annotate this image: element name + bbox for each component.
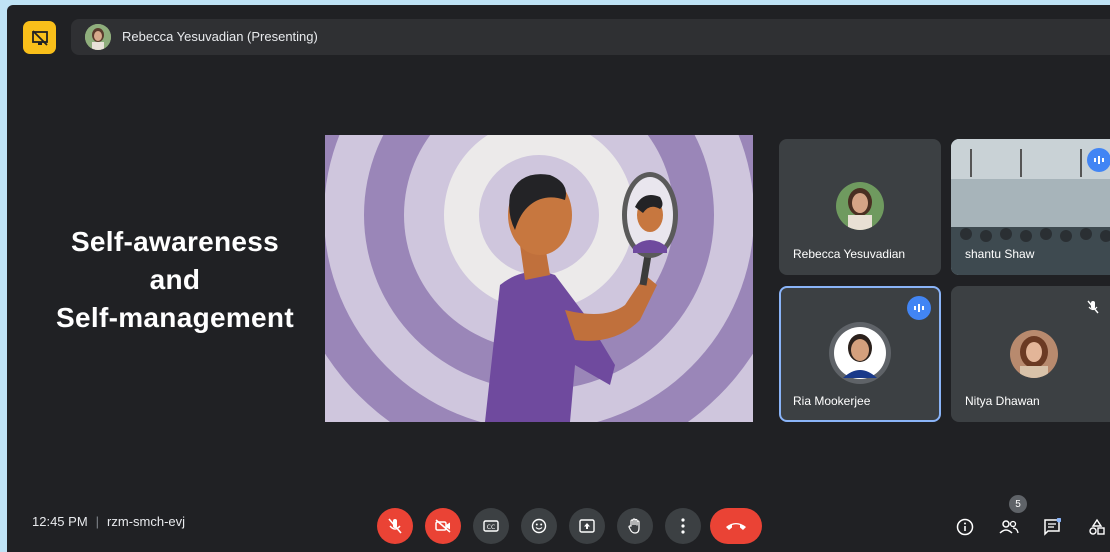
participant-count-badge: 5	[1009, 495, 1027, 513]
participant-avatar	[829, 322, 891, 384]
chat-icon[interactable]	[1037, 512, 1067, 542]
slide-illustration	[325, 135, 753, 422]
participant-name: Nitya Dhawan	[965, 394, 1040, 408]
activities-icon[interactable]	[1082, 512, 1110, 542]
meeting-code: rzm-smch-evj	[107, 514, 186, 529]
meeting-time: 12:45 PM	[32, 514, 88, 529]
meeting-window: Rebecca Yesuvadian (Presenting) Self-awa…	[7, 5, 1110, 552]
end-call-button[interactable]	[710, 508, 762, 544]
participant-avatar	[1010, 330, 1058, 378]
participant-tile[interactable]: Rebecca Yesuvadian	[779, 139, 941, 275]
present-screen-button[interactable]	[569, 508, 605, 544]
microphone-off-button[interactable]	[377, 508, 413, 544]
people-icon[interactable]	[994, 512, 1024, 542]
meeting-info-icon[interactable]	[950, 512, 980, 542]
presenter-avatar	[85, 24, 111, 50]
captions-button[interactable]: CC	[473, 508, 509, 544]
participant-name: shantu Shaw	[965, 247, 1035, 261]
mic-off-icon	[1083, 297, 1103, 317]
presenter-bar: Rebecca Yesuvadian (Presenting)	[71, 19, 1110, 55]
slide-title-line: Self-management	[56, 302, 294, 333]
slide-title: Self-awareness and Self-management	[25, 223, 325, 337]
participant-avatar	[836, 182, 884, 230]
emoji-button[interactable]	[521, 508, 557, 544]
camera-off-button[interactable]	[425, 508, 461, 544]
more-options-button[interactable]	[665, 508, 701, 544]
speaking-indicator-icon	[1087, 148, 1110, 172]
participant-name: Ria Mookerjee	[793, 394, 871, 408]
slide-title-line: and	[149, 264, 201, 295]
speaking-indicator-icon	[907, 296, 931, 320]
participant-tile[interactable]: shantu Shaw	[951, 139, 1110, 275]
svg-text:CC: CC	[487, 524, 495, 531]
presenter-name: Rebecca Yesuvadian (Presenting)	[122, 29, 318, 44]
participant-name: Rebecca Yesuvadian	[793, 247, 906, 261]
separator: |	[95, 514, 100, 529]
presentation-icon[interactable]	[23, 21, 56, 54]
participant-tile[interactable]: Ria Mookerjee	[779, 286, 941, 422]
meeting-details: 12:45 PM | rzm-smch-evj	[32, 514, 185, 529]
slide-title-line: Self-awareness	[70, 226, 280, 257]
raise-hand-button[interactable]	[617, 508, 653, 544]
participant-tile[interactable]: Nitya Dhawan	[951, 286, 1110, 422]
